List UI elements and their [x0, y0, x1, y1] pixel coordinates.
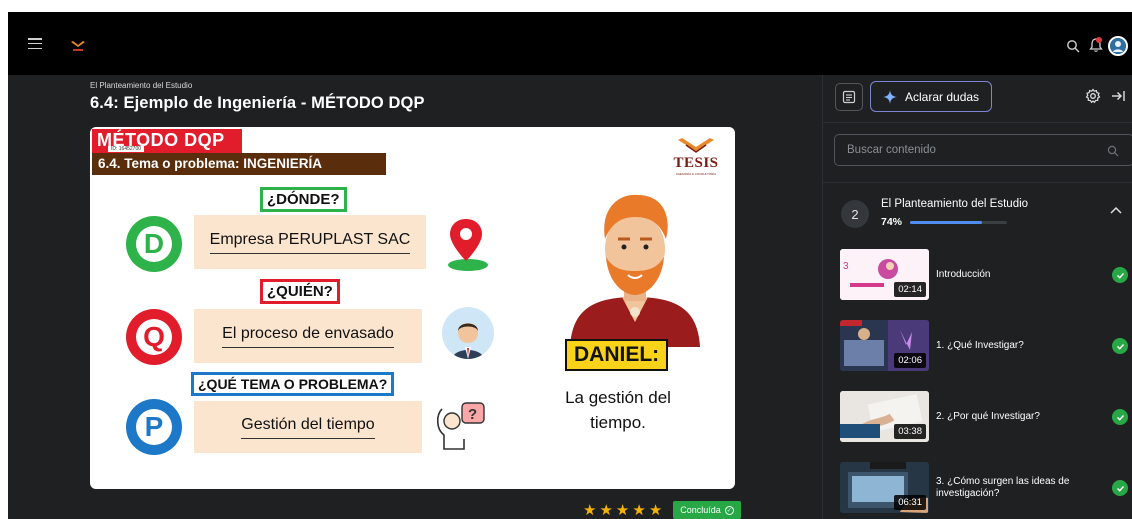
letter-q-badge: Q: [126, 309, 182, 365]
daniel-character-illustration: [570, 194, 700, 347]
businessman-icon: [442, 307, 494, 359]
star-icon[interactable]: ★: [649, 501, 662, 519]
letter-d-badge: D: [126, 216, 182, 272]
divider: [823, 182, 1132, 183]
duration-badge: 06:31: [894, 495, 926, 510]
lesson-title: Introducción: [936, 269, 991, 280]
top-bar: [8, 12, 1132, 75]
lesson-thumbnail: 3 02:14: [840, 249, 929, 300]
ask-questions-label: Aclarar dudas: [905, 89, 980, 104]
search-placeholder: Buscar contenido: [847, 144, 936, 156]
character-caption-line-1: La gestión del: [565, 388, 671, 407]
ask-questions-button[interactable]: Aclarar dudas: [870, 81, 992, 112]
breadcrumb[interactable]: El Planteamiento del Estudio: [90, 81, 192, 90]
video-player[interactable]: MÉTODO DQP ID: 16452700 6.4. Tema o prob…: [90, 127, 735, 489]
star-icon[interactable]: ★: [632, 501, 645, 519]
lesson-content: El Planteamiento del Estudio 6.4: Ejempl…: [8, 75, 821, 519]
search-icon: [1107, 145, 1119, 157]
section-number: 2: [841, 200, 869, 228]
avatar-icon[interactable]: [1108, 36, 1128, 56]
tema-answer: Gestión del tiempo: [194, 401, 422, 453]
notification-dot: [1096, 37, 1102, 43]
star-icon[interactable]: ★: [583, 501, 596, 519]
completed-label: Concluída: [680, 505, 721, 515]
lesson-thumbnail: 02:06: [840, 320, 929, 371]
thinking-question-icon: ?: [436, 402, 485, 450]
quien-answer: El proceso de envasado: [194, 309, 422, 363]
brand-text: TESIS: [673, 155, 719, 171]
window-top-strip: [0, 0, 1132, 12]
search-content-input[interactable]: Buscar contenido: [834, 134, 1132, 166]
svg-text:?: ?: [468, 406, 477, 423]
rating-row: ★ ★ ★ ★ ★ Concluída ✓: [583, 501, 741, 519]
character-caption-line-2: tiempo.: [590, 413, 646, 432]
letter-p-badge: P: [126, 399, 182, 455]
tesis-brand-logo: TESIS ASESORÍA & CONSULTORÍA: [671, 137, 721, 181]
collapse-right-icon[interactable]: [1110, 88, 1126, 104]
check-circle-icon: ✓: [724, 505, 734, 515]
check-icon: [1112, 409, 1128, 425]
lesson-title: 1. ¿Qué Investigar?: [936, 340, 1024, 351]
list-item[interactable]: 3 02:14 Introducción: [840, 249, 1130, 301]
check-icon: [1112, 338, 1128, 354]
location-pin-icon: [448, 219, 488, 271]
completed-button[interactable]: Concluída ✓: [673, 501, 741, 519]
hamburger-icon[interactable]: [28, 38, 42, 49]
duration-badge: 02:06: [894, 353, 926, 368]
star-icon[interactable]: ★: [616, 501, 629, 519]
character-name: DANIEL:: [565, 339, 669, 371]
list-item[interactable]: 03:38 2. ¿Por qué Investigar?: [840, 391, 1130, 443]
quien-label: ¿QUIÉN?: [260, 279, 340, 304]
brand-subtext: ASESORÍA & CONSULTORÍA: [675, 172, 717, 176]
tema-label: ¿QUÉ TEMA O PROBLEMA?: [191, 372, 395, 396]
chevron-up-icon[interactable]: [1109, 205, 1123, 215]
notes-button[interactable]: [835, 83, 863, 111]
lesson-thumbnail: 06:31: [840, 462, 929, 513]
section-progress-bar: [910, 221, 1007, 224]
list-item[interactable]: 02:06 1. ¿Qué Investigar?: [840, 320, 1130, 372]
section-progress-label: 74%: [881, 216, 903, 228]
duration-badge: 03:38: [894, 424, 926, 439]
list-item[interactable]: 06:31 3. ¿Cómo surgen las ideas de inves…: [840, 462, 1130, 514]
duration-badge: 02:14: [894, 282, 926, 297]
app-window: El Planteamiento del Estudio 6.4: Ejempl…: [8, 12, 1132, 519]
lesson-title: 3. ¿Cómo surgen las ideas de investigaci…: [936, 476, 1070, 499]
section-progress-fill: [910, 221, 982, 224]
check-icon: [1112, 480, 1128, 496]
tesis-logo-icon[interactable]: [70, 40, 86, 52]
notes-icon: [842, 90, 856, 104]
video-subheading: 6.4. Tema o problema: INGENIERÍA: [92, 153, 386, 175]
section-title[interactable]: El Planteamiento del Estudio: [881, 198, 1028, 210]
lesson-thumbnail: 03:38: [840, 391, 929, 442]
gear-icon[interactable]: [1085, 88, 1101, 104]
donde-label: ¿DÓNDE?: [260, 187, 347, 212]
video-id-tag: ID: 16452700: [108, 146, 145, 152]
search-icon[interactable]: [1066, 39, 1080, 53]
sparkle-icon: [883, 89, 897, 104]
character-caption: La gestión del tiempo.: [558, 385, 678, 435]
check-icon: [1112, 267, 1128, 283]
page-title: 6.4: Ejemplo de Ingeniería - MÉTODO DQP: [90, 94, 425, 112]
sidebar-toolbar: Aclarar dudas: [823, 75, 1132, 123]
svg-text:3: 3: [843, 261, 849, 272]
star-icon[interactable]: ★: [599, 501, 612, 519]
lesson-title: 2. ¿Por qué Investigar?: [936, 411, 1040, 422]
course-sidebar: Aclarar dudas Buscar contenido 2 El Plan…: [822, 75, 1132, 519]
donde-answer: Empresa PERUPLAST SAC: [194, 215, 426, 269]
